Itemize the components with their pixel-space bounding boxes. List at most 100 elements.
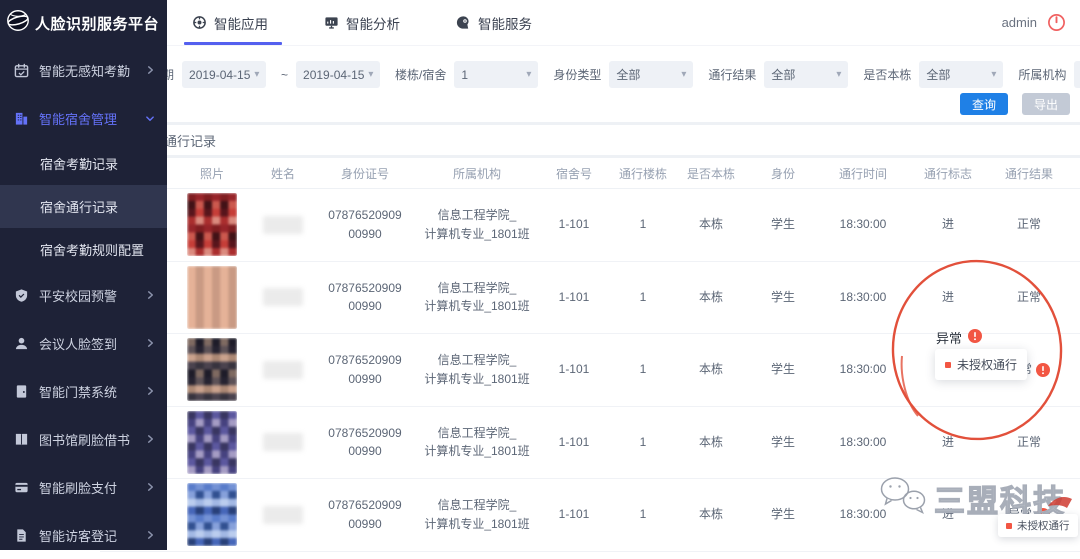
column-header: 身份证号 [314, 165, 416, 182]
chevron-right-icon [146, 338, 155, 348]
chevron-right-icon [146, 530, 155, 540]
id-number-cell: 0787652090900990 [314, 496, 416, 533]
censored-name [263, 361, 303, 379]
table-row-4: 0787652090900990信息工程学院_计算机专业_1801班1-1011… [100, 479, 1080, 552]
building-cell: 1 [610, 215, 676, 234]
dorm-cell: 1-101 [538, 360, 610, 379]
own-building-cell: 本栋 [676, 288, 746, 307]
result-text: 正常 [1017, 433, 1041, 452]
filter-group-3: 身份类型全部▾ [553, 61, 693, 88]
column-header: 姓名 [252, 165, 314, 182]
table-header-row: 照片姓名身份证号所属机构宿舍号通行楼栋是否本栋身份通行时间通行标志通行结果 [100, 158, 1080, 189]
blurred-face-photo [187, 338, 237, 401]
tab-0[interactable]: 智能应用 [192, 0, 268, 45]
logout-power-icon[interactable] [1047, 13, 1066, 32]
time-cell: 18:30:00 [820, 288, 906, 307]
result-text: 正常 [1017, 215, 1041, 234]
abnormal-reason-tooltip-small: 未授权通行 [998, 514, 1078, 537]
filter-select-3[interactable]: 全部▾ [609, 61, 693, 88]
column-header: 通行楼栋 [610, 165, 676, 182]
sidebar-subitem-4[interactable]: 宿舍考勤规则配置 [0, 228, 167, 271]
logo: 人脸识别服务平台 [0, 0, 167, 46]
id-number-cell: 0787652090900990 [314, 279, 416, 316]
result-cell: 正常 [990, 433, 1068, 452]
caret-down-icon: ▾ [254, 69, 259, 80]
filter-select-0[interactable]: 2019-04-15 ▾ [182, 61, 266, 88]
filter-label: 所属机构 [1018, 66, 1066, 83]
filter-select-5[interactable]: 全部▾ [919, 61, 1003, 88]
time-cell: 18:30:00 [820, 215, 906, 234]
building-cell: 1 [610, 433, 676, 452]
export-button[interactable]: 导出 [1022, 93, 1070, 115]
filter-select-1[interactable]: 2019-04-15▾ [296, 61, 380, 88]
sidebar-subitem-2[interactable]: 宿舍考勤记录 [0, 142, 167, 185]
sidebar-item-10[interactable]: 智能访客登记 [0, 511, 167, 559]
table-row-0: 0787652090900990信息工程学院_计算机专业_1801班1-1011… [100, 189, 1080, 262]
blurred-face-photo [187, 411, 237, 474]
sidebar-item-label: 智能访客登记 [39, 526, 146, 545]
sidebar-item-9[interactable]: 智能刷脸支付 [0, 463, 167, 511]
id-number-cell: 0787652090900990 [314, 424, 416, 461]
result-cell: 正常 [990, 215, 1068, 234]
sidebar-item-label: 智能宿舍管理 [39, 109, 145, 128]
sidebar-item-5[interactable]: 平安校园预警 [0, 271, 167, 319]
dorm-cell: 1-101 [538, 505, 610, 524]
organization-cell: 信息工程学院_计算机专业_1801班 [416, 351, 538, 388]
name-cell [252, 361, 314, 379]
analysis-icon [324, 15, 339, 30]
tab-2[interactable]: 智能服务 [456, 0, 532, 45]
filter-select-2[interactable]: 1▾ [454, 61, 538, 88]
username-label: admin [1002, 15, 1037, 30]
sidebar-subitem-label: 宿舍考勤规则配置 [40, 240, 144, 259]
filter-select-value: 2019-04-15 [189, 68, 250, 82]
content-area: 宿舍通行记录 照片姓名身份证号所属机构宿舍号通行楼栋是否本栋身份通行时间通行标志… [100, 122, 1080, 550]
column-header: 通行标志 [906, 165, 990, 182]
brand-globe-icon [5, 9, 31, 37]
flag-cell: 进 [906, 215, 990, 234]
dorm-cell: 1-101 [538, 215, 610, 234]
id-number-cell: 0787652090900990 [314, 351, 416, 388]
flag-cell: 进 [906, 505, 990, 524]
blurred-face-photo [187, 266, 237, 329]
book-icon [14, 432, 30, 447]
filter-group-4: 通行结果全部▾ [708, 61, 848, 88]
abnormal-reason-text: 未授权通行 [1017, 518, 1070, 533]
sidebar-menu: 智能无感知考勤智能宿舍管理宿舍考勤记录宿舍通行记录宿舍考勤规则配置平安校园预警会… [0, 46, 167, 559]
building-cell: 1 [610, 360, 676, 379]
top-navbar: 智能应用 智能分析 智能服务 admin [100, 0, 1080, 46]
chevron-right-icon [146, 65, 155, 75]
filter-select-value: 全部 [771, 66, 795, 83]
search-button[interactable]: 查询 [960, 93, 1008, 115]
card-icon [14, 480, 30, 495]
apps-icon [192, 15, 207, 30]
censored-name [263, 433, 303, 451]
abnormal-label: 异常 [936, 328, 962, 347]
filter-select-4[interactable]: 全部 ▾ [764, 61, 848, 88]
organization-cell: 信息工程学院_计算机专业_1801班 [416, 206, 538, 243]
sidebar-item-6[interactable]: 会议人脸签到 [0, 319, 167, 367]
chevron-right-icon [146, 290, 155, 300]
sidebar-item-label: 会议人脸签到 [39, 334, 146, 353]
tab-label: 智能分析 [346, 13, 400, 33]
sidebar-item-7[interactable]: 智能门禁系统 [0, 367, 167, 415]
red-bullet-icon [945, 362, 951, 368]
own-building-cell: 本栋 [676, 360, 746, 379]
main-content: 智能应用智能分析智能服务 admin 日期2019-04-15▾~2019-04… [100, 0, 1080, 550]
sidebar-item-1[interactable]: 智能宿舍管理 [0, 94, 167, 142]
sidebar-item-label: 智能刷脸支付 [39, 478, 146, 497]
red-bullet-icon [1006, 523, 1012, 529]
filter-select-6[interactable]: 全部▾ [1074, 61, 1080, 88]
sidebar: 人脸识别服务平台 智能无感知考勤智能宿舍管理宿舍考勤记录宿舍通行记录宿舍考勤规则… [0, 0, 167, 550]
sidebar-item-0[interactable]: 智能无感知考勤 [0, 46, 167, 94]
result-text: 正常 [1017, 288, 1041, 307]
table-row-2: 0787652090900990信息工程学院_计算机专业_1801班1-1011… [100, 334, 1080, 407]
column-header: 身份 [746, 165, 820, 182]
chevron-right-icon [146, 434, 155, 444]
tab-1[interactable]: 智能分析 [324, 0, 400, 45]
sidebar-item-8[interactable]: 图书馆刷脸借书 [0, 415, 167, 463]
caret-down-icon: ▾ [836, 69, 841, 80]
sidebar-subitem-3[interactable]: 宿舍通行记录 [0, 185, 167, 228]
sidebar-subitem-label: 宿舍通行记录 [40, 197, 118, 216]
section-title-bar: 宿舍通行记录 [100, 125, 1080, 155]
organization-cell: 信息工程学院_计算机专业_1801班 [416, 279, 538, 316]
